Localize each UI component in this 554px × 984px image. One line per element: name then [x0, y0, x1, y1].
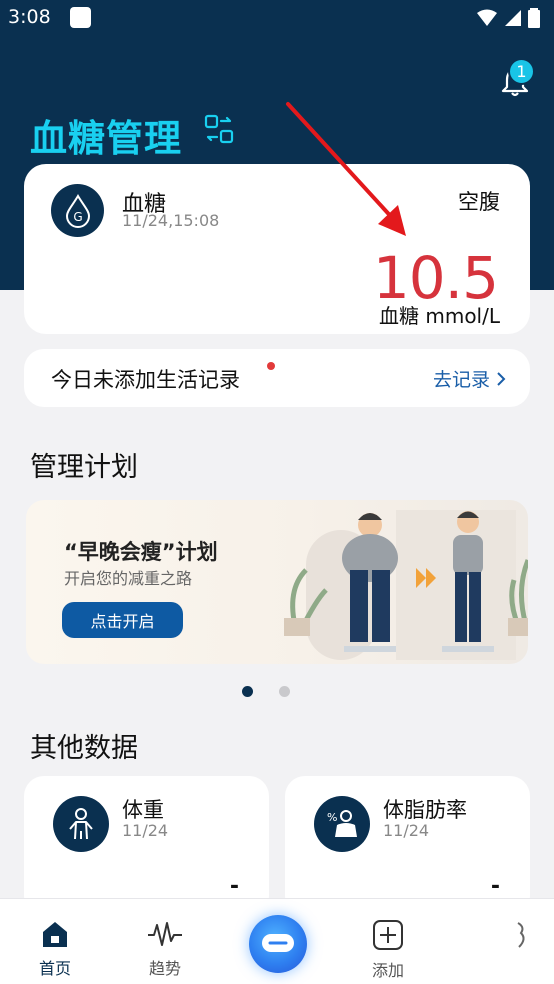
glucose-unit: 血糖 mmol/L — [379, 304, 500, 328]
carousel-indicator — [242, 686, 290, 697]
status-time: 3:08 — [8, 6, 51, 28]
status-bar: 3:08 — [0, 0, 554, 38]
banner-title: “早晚会瘦”计划 — [64, 540, 218, 564]
app-notification-icon — [70, 7, 91, 28]
plan-banner[interactable]: “早晚会瘦”计划 开启您的减重之路 点击开启 — [26, 500, 528, 664]
weight-loss-illustration — [284, 510, 528, 660]
pulse-icon — [148, 922, 182, 946]
tab-profile[interactable] — [474, 899, 554, 984]
wifi-icon — [477, 9, 497, 26]
unread-dot — [267, 362, 275, 370]
signal-icon — [505, 10, 521, 26]
tab-trend[interactable]: 趋势 — [125, 899, 205, 984]
weight-card[interactable]: 体重 11/24 - — [24, 776, 269, 916]
start-plan-button[interactable]: 点击开启 — [62, 602, 183, 638]
battery-icon — [528, 8, 540, 28]
glucose-drop-icon: G — [51, 184, 104, 237]
home-icon — [43, 922, 67, 947]
body-fat-card[interactable]: % 体脂肪率 11/24 - — [285, 776, 530, 916]
svg-text:%: % — [327, 811, 337, 824]
other-data-section-title: 其他数据 — [30, 733, 138, 764]
plan-section-title: 管理计划 — [30, 452, 138, 483]
body-fat-title: 体脂肪率 — [383, 798, 467, 822]
go-record-label: 去记录 — [432, 369, 490, 391]
weight-title: 体重 — [122, 798, 164, 822]
body-fat-icon: % — [314, 796, 370, 852]
add-icon — [373, 920, 403, 950]
life-record-bar[interactable]: 今日未添加生活记录 去记录 — [24, 349, 530, 407]
body-fat-date: 11/24 — [383, 821, 430, 840]
weight-value: - — [229, 874, 239, 899]
weight-date: 11/24 — [122, 821, 169, 840]
assistant-chat-button[interactable] — [249, 915, 307, 973]
switch-icon[interactable] — [204, 114, 234, 144]
profile-icon — [517, 922, 525, 948]
carousel-dot-active[interactable] — [242, 686, 253, 697]
go-record-link[interactable]: 去记录 — [433, 365, 506, 392]
meal-state-tag: 空腹 — [458, 190, 500, 214]
chat-bubble-icon — [262, 934, 294, 952]
glucose-timestamp: 11/24,15:08 — [122, 211, 220, 230]
body-fat-value: - — [490, 874, 500, 899]
banner-subtitle: 开启您的减重之路 — [64, 569, 193, 588]
chevron-right-icon — [497, 371, 506, 386]
page-title: 血糖管理 — [30, 117, 182, 160]
tab-home[interactable]: 首页 — [15, 899, 95, 984]
status-indicators — [476, 8, 540, 28]
carousel-dot[interactable] — [279, 686, 290, 697]
glucose-card[interactable]: G 血糖 11/24,15:08 空腹 10.5 血糖 mmol/L — [24, 164, 530, 334]
tab-trend-label: 趋势 — [148, 959, 181, 978]
life-record-text: 今日未添加生活记录 — [51, 368, 240, 392]
glucose-icon-letter: G — [73, 210, 82, 224]
notification-badge: 1 — [508, 58, 535, 85]
person-icon — [53, 796, 109, 852]
tab-add[interactable]: 添加 — [348, 899, 428, 984]
tab-home-label: 首页 — [38, 959, 71, 978]
tab-add-label: 添加 — [371, 961, 404, 980]
